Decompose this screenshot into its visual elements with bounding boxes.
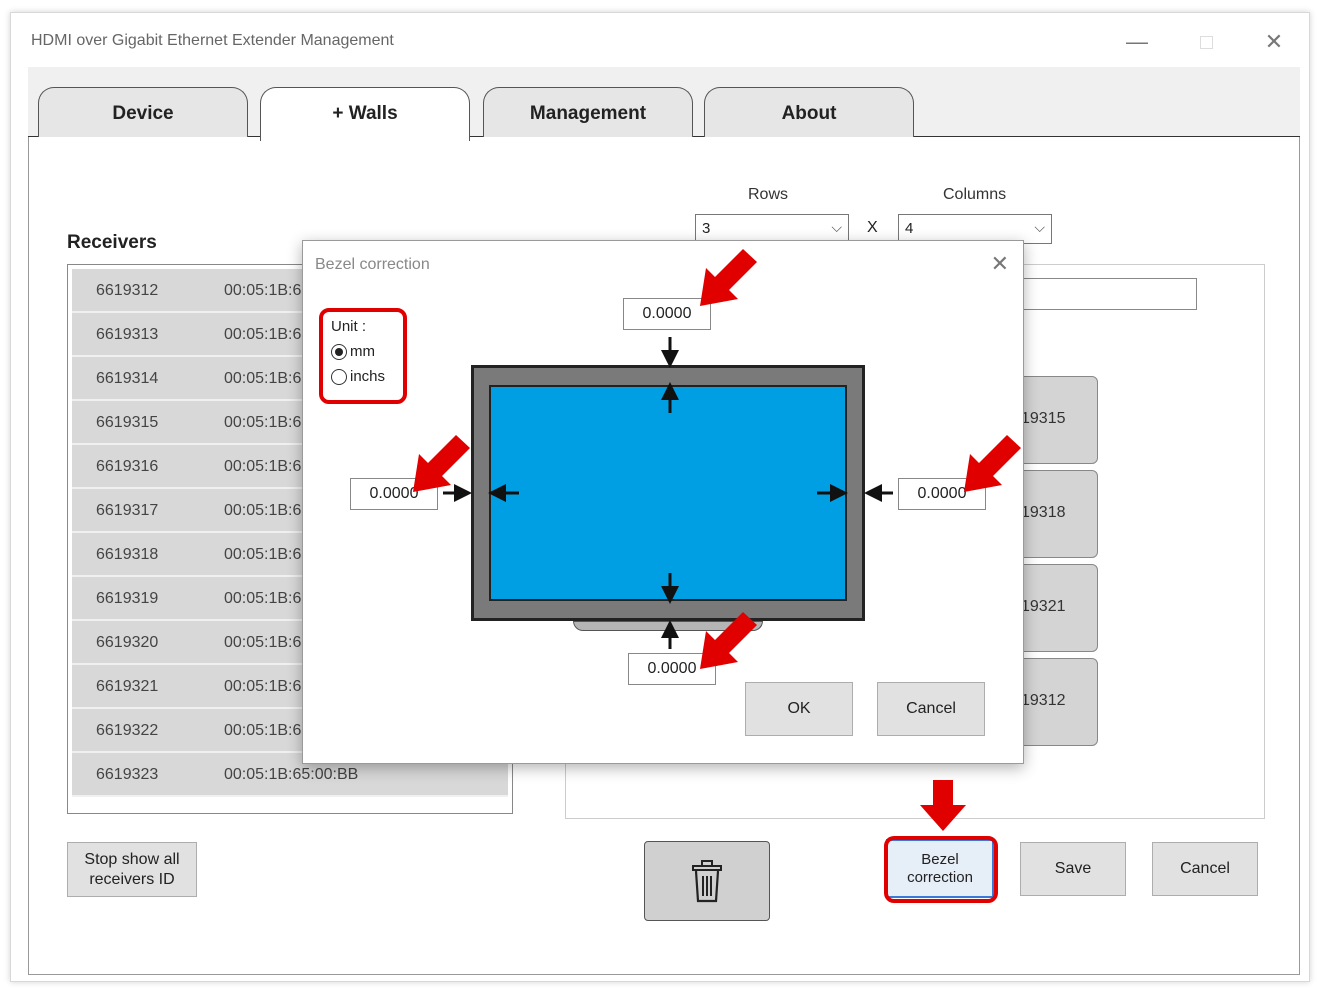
receiver-id: 6619318 bbox=[96, 546, 159, 563]
tab-about[interactable]: About bbox=[704, 87, 914, 139]
close-button[interactable]: ✕ bbox=[1254, 27, 1294, 57]
trash-icon bbox=[692, 860, 722, 903]
receiver-id: 6619312 bbox=[96, 282, 159, 299]
rows-value: 3 bbox=[702, 220, 711, 237]
receiver-mac: 00:05:1B:6 bbox=[224, 414, 302, 431]
receiver-mac: 00:05:1B:6 bbox=[224, 458, 302, 475]
dialog-cancel-button[interactable]: Cancel bbox=[877, 682, 985, 736]
dialog-ok-button[interactable]: OK bbox=[745, 682, 853, 736]
receiver-id: 6619320 bbox=[96, 634, 159, 651]
receiver-id: 6619321 bbox=[96, 678, 159, 695]
receiver-mac: 00:05:1B:6 bbox=[224, 678, 302, 695]
receiver-mac: 00:05:1B:6 bbox=[224, 370, 302, 387]
minimize-button[interactable]: — bbox=[1117, 27, 1157, 57]
tab-bar: Device + Walls Management About bbox=[28, 67, 1300, 141]
receiver-id: 6619314 bbox=[96, 370, 159, 387]
receivers-title: Receivers bbox=[67, 232, 157, 253]
chevron-down-icon: ⌵ bbox=[831, 219, 842, 235]
receiver-mac: 00:05:1B:6 bbox=[224, 634, 302, 651]
columns-value: 4 bbox=[905, 220, 914, 237]
receiver-mac: 00:05:1B:6 bbox=[224, 282, 302, 299]
receiver-id: 6619315 bbox=[96, 414, 159, 431]
maximize-button[interactable] bbox=[1186, 27, 1226, 57]
bezel-highlight bbox=[884, 836, 998, 903]
receiver-id: 6619322 bbox=[96, 722, 159, 739]
chevron-down-icon: ⌵ bbox=[1034, 219, 1045, 235]
tab-management[interactable]: Management bbox=[483, 87, 693, 139]
receiver-mac: 00:05:1B:6 bbox=[224, 502, 302, 519]
window-title: HDMI over Gigabit Ethernet Extender Mana… bbox=[31, 32, 394, 49]
receiver-id: 6619317 bbox=[96, 502, 159, 519]
receiver-mac: 00:05:1B:6 bbox=[224, 326, 302, 343]
receiver-id: 6619319 bbox=[96, 590, 159, 607]
wall-name-input[interactable] bbox=[1020, 278, 1197, 310]
delete-button[interactable] bbox=[644, 841, 770, 921]
wall-cell-label: 19321 bbox=[1021, 598, 1066, 615]
cancel-button[interactable]: Cancel bbox=[1152, 842, 1258, 896]
receiver-mac: 00:05:1B:6 bbox=[224, 590, 302, 607]
receiver-mac: 00:05:1B:6 bbox=[224, 722, 302, 739]
tab-device[interactable]: Device bbox=[38, 87, 248, 139]
wall-cell-label: 19315 bbox=[1021, 410, 1066, 427]
save-button[interactable]: Save bbox=[1020, 842, 1126, 896]
columns-label: Columns bbox=[943, 186, 1007, 203]
receiver-id: 6619323 bbox=[96, 766, 159, 783]
tab-walls[interactable]: + Walls bbox=[260, 87, 470, 141]
wall-cell-label: 19312 bbox=[1021, 692, 1066, 709]
receiver-id: 6619316 bbox=[96, 458, 159, 475]
receiver-mac: 00:05:1B:6 bbox=[224, 546, 302, 563]
rows-label: Rows bbox=[748, 186, 789, 203]
wall-cell-label: 19318 bbox=[1021, 504, 1066, 521]
title-bar: HDMI over Gigabit Ethernet Extender Mana… bbox=[11, 13, 1309, 71]
receiver-mac: 00:05:1B:65:00:BB bbox=[224, 766, 359, 783]
times-label: X bbox=[867, 219, 878, 236]
bezel-correction-dialog: Bezel correction ✕ Unit : mm inchs 0.000… bbox=[302, 240, 1024, 764]
stop-show-receivers-button[interactable]: Stop show all receivers ID bbox=[67, 842, 197, 897]
receiver-id: 6619313 bbox=[96, 326, 159, 343]
maximize-icon bbox=[1199, 36, 1213, 49]
